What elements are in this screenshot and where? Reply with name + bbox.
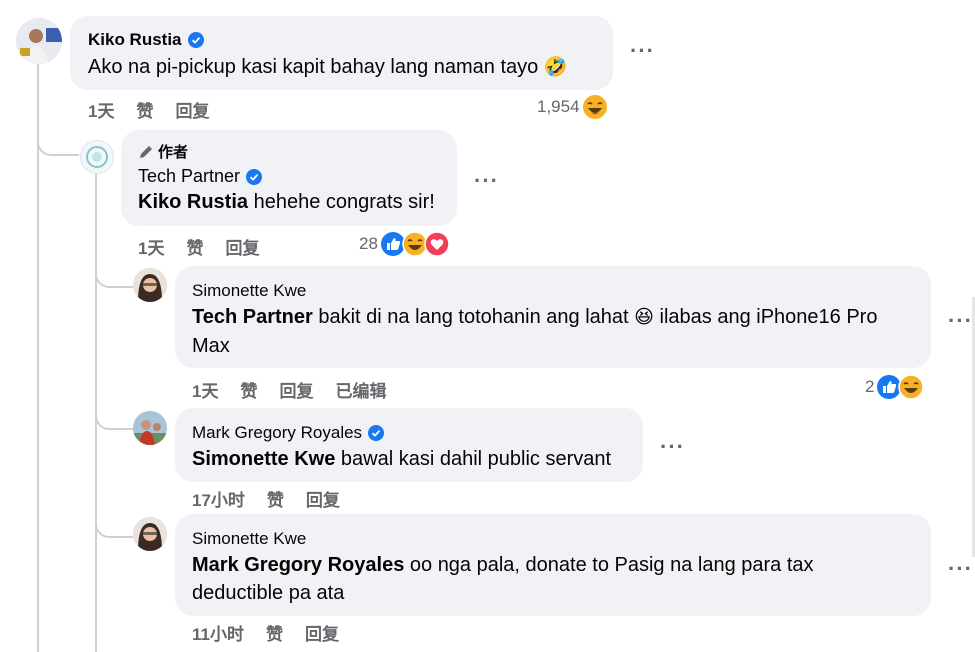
reply-button[interactable]: 回复 [305, 620, 339, 645]
avatar[interactable] [80, 140, 114, 174]
comment-text: Simonette Kwe bawal kasi dahil public se… [192, 448, 612, 470]
love-reaction-icon [424, 231, 450, 257]
mention-link[interactable]: Tech Partner [192, 306, 313, 328]
comment-actions: 1天 赞 回复 [138, 234, 259, 259]
haha-reaction-icon [898, 374, 925, 400]
haha-reaction-icon [582, 95, 607, 119]
more-options-icon[interactable]: ··· [948, 556, 973, 582]
more-options-icon[interactable]: ··· [660, 434, 685, 460]
comment-text: Kiko Rustia hehehe congrats sir! [138, 191, 435, 213]
comment-author[interactable]: Kiko Rustia [88, 30, 204, 50]
timestamp[interactable]: 1天 [88, 97, 114, 122]
mention-link[interactable]: Kiko Rustia [138, 191, 248, 213]
verified-icon [368, 425, 385, 441]
mention-link[interactable]: Mark Gregory Royales [192, 554, 404, 576]
reply-button[interactable]: 回复 [279, 377, 313, 402]
avatar[interactable] [133, 411, 167, 445]
edited-label[interactable]: 已编辑 [335, 377, 386, 402]
pencil-icon [140, 145, 152, 158]
comment-text: Mark Gregory Royales oo nga pala, donate… [192, 554, 814, 604]
like-button[interactable]: 赞 [136, 97, 153, 122]
comment-actions: 1天 赞 回复 已编辑 [192, 377, 386, 402]
avatar[interactable] [133, 268, 167, 302]
reaction-count: 1,954 [537, 97, 580, 116]
comment-actions: 17小时 赞 回复 [192, 486, 340, 511]
like-button[interactable]: 赞 [267, 486, 284, 511]
comment-author[interactable]: Simonette Kwe [192, 529, 306, 549]
author-name[interactable]: Kiko Rustia [88, 30, 182, 50]
author-badge: 作者 [138, 141, 188, 162]
avatar[interactable] [16, 18, 62, 64]
author-name[interactable]: Simonette Kwe [192, 281, 306, 301]
reply-button[interactable]: 回复 [225, 234, 259, 259]
author-name[interactable]: Mark Gregory Royales [192, 423, 362, 443]
comment-author[interactable]: Mark Gregory Royales [192, 423, 385, 443]
timestamp[interactable]: 17小时 [192, 486, 245, 511]
like-button[interactable]: 赞 [240, 377, 257, 402]
comment-text: Ako na pi-pickup kasi kapit bahay lang n… [88, 56, 568, 78]
comment-author[interactable]: Tech Partner [138, 166, 263, 187]
comment-actions: 11小时 赞 回复 [192, 620, 339, 645]
reaction-count: 2 [865, 377, 875, 396]
laughing-emoji: 😆 [634, 307, 654, 328]
avatar[interactable] [133, 517, 167, 551]
reply-button[interactable]: 回复 [175, 97, 209, 122]
timestamp[interactable]: 1天 [192, 377, 218, 402]
verified-icon [246, 168, 263, 185]
mention-link[interactable]: Simonette Kwe [192, 448, 335, 470]
reaction-summary[interactable]: 2 [865, 374, 925, 400]
reaction-summary[interactable]: 28 [359, 231, 450, 257]
reaction-count: 28 [359, 234, 378, 253]
rofl-emoji: 🤣 [543, 57, 568, 78]
author-name[interactable]: Simonette Kwe [192, 529, 306, 549]
like-button[interactable]: 赞 [266, 620, 283, 645]
comment-actions: 1天 赞 回复 [88, 97, 209, 122]
like-button[interactable]: 赞 [186, 234, 203, 259]
comment-author[interactable]: Simonette Kwe [192, 281, 306, 301]
more-options-icon[interactable]: ··· [474, 168, 499, 194]
reaction-summary[interactable]: 1,954 [537, 94, 608, 120]
more-options-icon[interactable]: ··· [948, 308, 973, 334]
comment-text: Tech Partner bakit di na lang totohanin … [192, 306, 878, 357]
reply-button[interactable]: 回复 [306, 486, 340, 511]
timestamp[interactable]: 1天 [138, 234, 164, 259]
more-options-icon[interactable]: ··· [630, 38, 655, 64]
timestamp[interactable]: 11小时 [192, 620, 244, 645]
author-name[interactable]: Tech Partner [138, 166, 240, 187]
verified-icon [187, 32, 204, 48]
